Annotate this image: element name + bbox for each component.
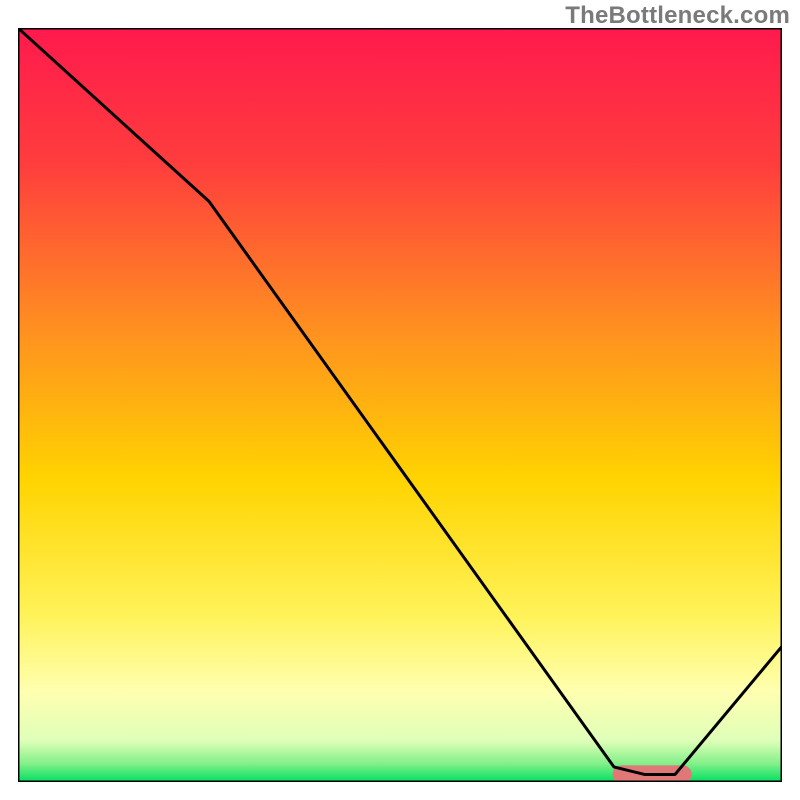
plot-area [18, 28, 782, 782]
chart-container: TheBottleneck.com [0, 0, 800, 800]
gradient-background [18, 28, 782, 782]
chart-svg [18, 28, 782, 782]
watermark-text: TheBottleneck.com [565, 2, 790, 30]
